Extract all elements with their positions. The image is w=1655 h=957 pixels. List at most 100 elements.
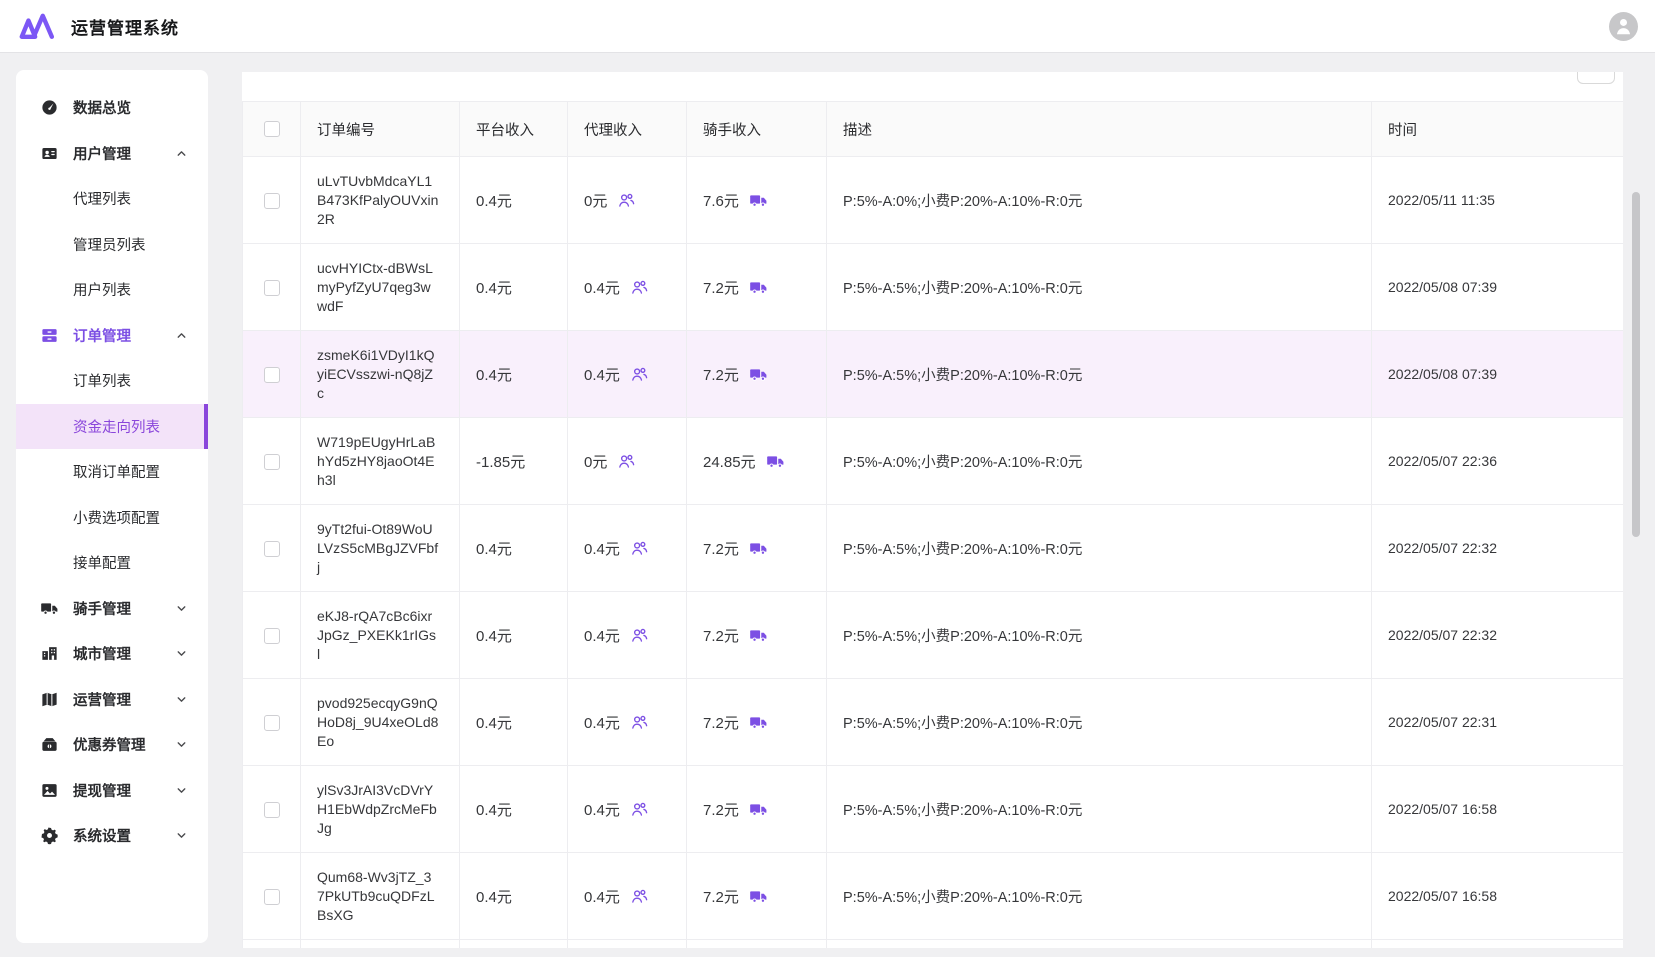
platform-income-cell: 0.4元	[460, 679, 568, 766]
agent-income-cell: 0.4元	[568, 679, 687, 766]
row-checkbox-cell	[243, 679, 301, 766]
row-checkbox-cell	[243, 853, 301, 940]
sidebar-item[interactable]: 用户管理	[16, 131, 208, 177]
order-id-cell: ylSv3JrAI3VcDVrYH1EbWdpZrcMeFbJg	[301, 766, 460, 853]
header-checkbox-cell	[243, 102, 301, 157]
row-checkbox[interactable]	[264, 889, 280, 905]
agent-income-value: 0.4元	[584, 364, 620, 385]
rider-income-value: 7.2元	[703, 277, 739, 298]
row-checkbox[interactable]	[264, 193, 280, 209]
description-cell: P:5%-A:5%;小费P:20%-A:10%-R:0元	[827, 331, 1372, 418]
platform-income-value: 0.4元	[476, 799, 512, 820]
chevron-down-icon	[175, 602, 188, 615]
agent-income-cell: 0元	[568, 418, 687, 505]
agent-income-value: 0.4元	[584, 538, 620, 559]
coupon-management-icon	[40, 735, 59, 754]
sidebar-item[interactable]: 城市管理	[16, 631, 208, 677]
row-checkbox[interactable]	[264, 541, 280, 557]
table-row[interactable]: Qum68-Wv3jTZ_37PkUTb9cuQDFzLBsXG0.4元0.4元…	[243, 853, 1624, 940]
dashboard-icon	[40, 98, 59, 117]
agent-income-value: 0元	[584, 190, 607, 211]
table-row[interactable]: ylSv3JrAI3VcDVrYH1EbWdpZrcMeFbJg0.4元0.4元…	[243, 766, 1624, 853]
time-cell: 2022/05/07 16:58	[1372, 853, 1624, 940]
chevron-down-icon	[175, 693, 188, 706]
select-all-checkbox[interactable]	[264, 121, 280, 137]
rider-income-cell: 7.2元	[687, 766, 827, 853]
users-group-icon	[617, 452, 636, 471]
row-checkbox[interactable]	[264, 280, 280, 296]
time-cell: 2022/05/07 16:58	[1372, 766, 1624, 853]
order-id-cell: W719pEUgyHrLaBhYd5zHY8jaoOt4Eh3l	[301, 418, 460, 505]
vertical-scrollbar-thumb[interactable]	[1632, 192, 1640, 537]
time-cell: 2022/05/08 07:39	[1372, 244, 1624, 331]
sidebar-item-label: 骑手管理	[73, 598, 131, 619]
column-header: 时间	[1372, 102, 1624, 157]
platform-income-value: 0.4元	[476, 277, 512, 298]
users-group-icon	[630, 626, 649, 645]
users-group-icon	[617, 191, 636, 210]
table-toolbar-button[interactable]	[1577, 72, 1615, 84]
sidebar-item[interactable]: 运营管理	[16, 677, 208, 723]
order-id: uLvTUvbMdcaYL1B473KfPalyOUVxin2R	[317, 172, 439, 229]
row-checkbox-cell	[243, 505, 301, 592]
sidebar-item-label: 订单管理	[73, 325, 131, 346]
sidebar-subitem-label: 代理列表	[73, 188, 131, 209]
sidebar-item[interactable]: 骑手管理	[16, 586, 208, 632]
row-checkbox[interactable]	[264, 367, 280, 383]
sidebar-item[interactable]: 优惠券管理	[16, 722, 208, 768]
user-avatar[interactable]	[1609, 12, 1638, 41]
table-row[interactable]: pvod925ecqyG9nQHoD8j_9U4xeOLd8Eo0.4元0.4元…	[243, 679, 1624, 766]
sidebar-item-label: 用户管理	[73, 143, 131, 164]
sidebar-subitem[interactable]: 订单列表	[16, 358, 208, 404]
table-row[interactable]: eKJ8-rQA7cBc6ixrJpGz_PXEKk1rIGsl0.4元0.4元…	[243, 592, 1624, 679]
sidebar-item[interactable]: 订单管理	[16, 313, 208, 359]
platform-income-cell: 0.4元	[460, 766, 568, 853]
person-icon	[1613, 12, 1634, 41]
sidebar-subitem[interactable]: 代理列表	[16, 176, 208, 222]
rider-income-cell: 7.2元	[687, 331, 827, 418]
agent-income-value: 0.4元	[584, 625, 620, 646]
sidebar-item-label: 优惠券管理	[73, 734, 146, 755]
description-cell: P:5%-A:5%;小费P:20%-A:10%-R:0元	[827, 766, 1372, 853]
sidebar-subitem[interactable]: 接单配置	[16, 540, 208, 586]
sidebar-subitem[interactable]: 用户列表	[16, 267, 208, 313]
sidebar-subitem[interactable]: 资金走向列表	[16, 404, 208, 450]
truck-icon	[749, 887, 768, 906]
table-row[interactable]: 9yTt2fui-Ot89WoULVzS5cMBgJZVFbfj0.4元0.4元…	[243, 505, 1624, 592]
row-checkbox[interactable]	[264, 715, 280, 731]
sidebar-item[interactable]: 系统设置	[16, 813, 208, 859]
truck-icon	[749, 539, 768, 558]
agent-income-cell: 0.4元	[568, 244, 687, 331]
sidebar-item[interactable]: 提现管理	[16, 768, 208, 814]
order-id: zsmeK6i1VDyI1kQyiECVsszwi-nQ8jZc	[317, 346, 439, 403]
chevron-down-icon	[175, 738, 188, 751]
rider-income-cell: 7.2元	[687, 505, 827, 592]
sidebar-subitem[interactable]: 管理员列表	[16, 222, 208, 268]
agent-income-value: 0元	[584, 451, 607, 472]
truck-icon	[749, 626, 768, 645]
sidebar-subitem-label: 接单配置	[73, 552, 131, 573]
sidebar-subitem[interactable]: 取消订单配置	[16, 449, 208, 495]
table-row-partial	[243, 940, 1624, 949]
users-group-icon	[630, 713, 649, 732]
row-checkbox[interactable]	[264, 454, 280, 470]
order-management-icon	[40, 326, 59, 345]
platform-income-cell: 0.4元	[460, 244, 568, 331]
table-row[interactable]: W719pEUgyHrLaBhYd5zHY8jaoOt4Eh3l-1.85元0元…	[243, 418, 1624, 505]
order-id: ucvHYICtx-dBWsLmyPyfZyU7qeg3wwdF	[317, 259, 439, 316]
time-cell: 2022/05/11 11:35	[1372, 157, 1624, 244]
time-cell: 2022/05/07 22:32	[1372, 505, 1624, 592]
row-checkbox[interactable]	[264, 628, 280, 644]
table-row[interactable]: zsmeK6i1VDyI1kQyiECVsszwi-nQ8jZc0.4元0.4元…	[243, 331, 1624, 418]
table-row[interactable]: uLvTUvbMdcaYL1B473KfPalyOUVxin2R0.4元0元7.…	[243, 157, 1624, 244]
agent-income-cell: 0.4元	[568, 331, 687, 418]
system-settings-icon	[40, 826, 59, 845]
table-row[interactable]: ucvHYICtx-dBWsLmyPyfZyU7qeg3wwdF 0.4元 0.4元…	[243, 244, 1624, 331]
sidebar-subitem-label: 订单列表	[73, 370, 131, 391]
chevron-down-icon	[175, 829, 188, 842]
column-header: 订单编号	[301, 102, 460, 157]
row-checkbox[interactable]	[264, 802, 280, 818]
sidebar-item[interactable]: 数据总览	[16, 85, 208, 131]
sidebar-subitem[interactable]: 小费选项配置	[16, 495, 208, 541]
truck-icon	[749, 800, 768, 819]
